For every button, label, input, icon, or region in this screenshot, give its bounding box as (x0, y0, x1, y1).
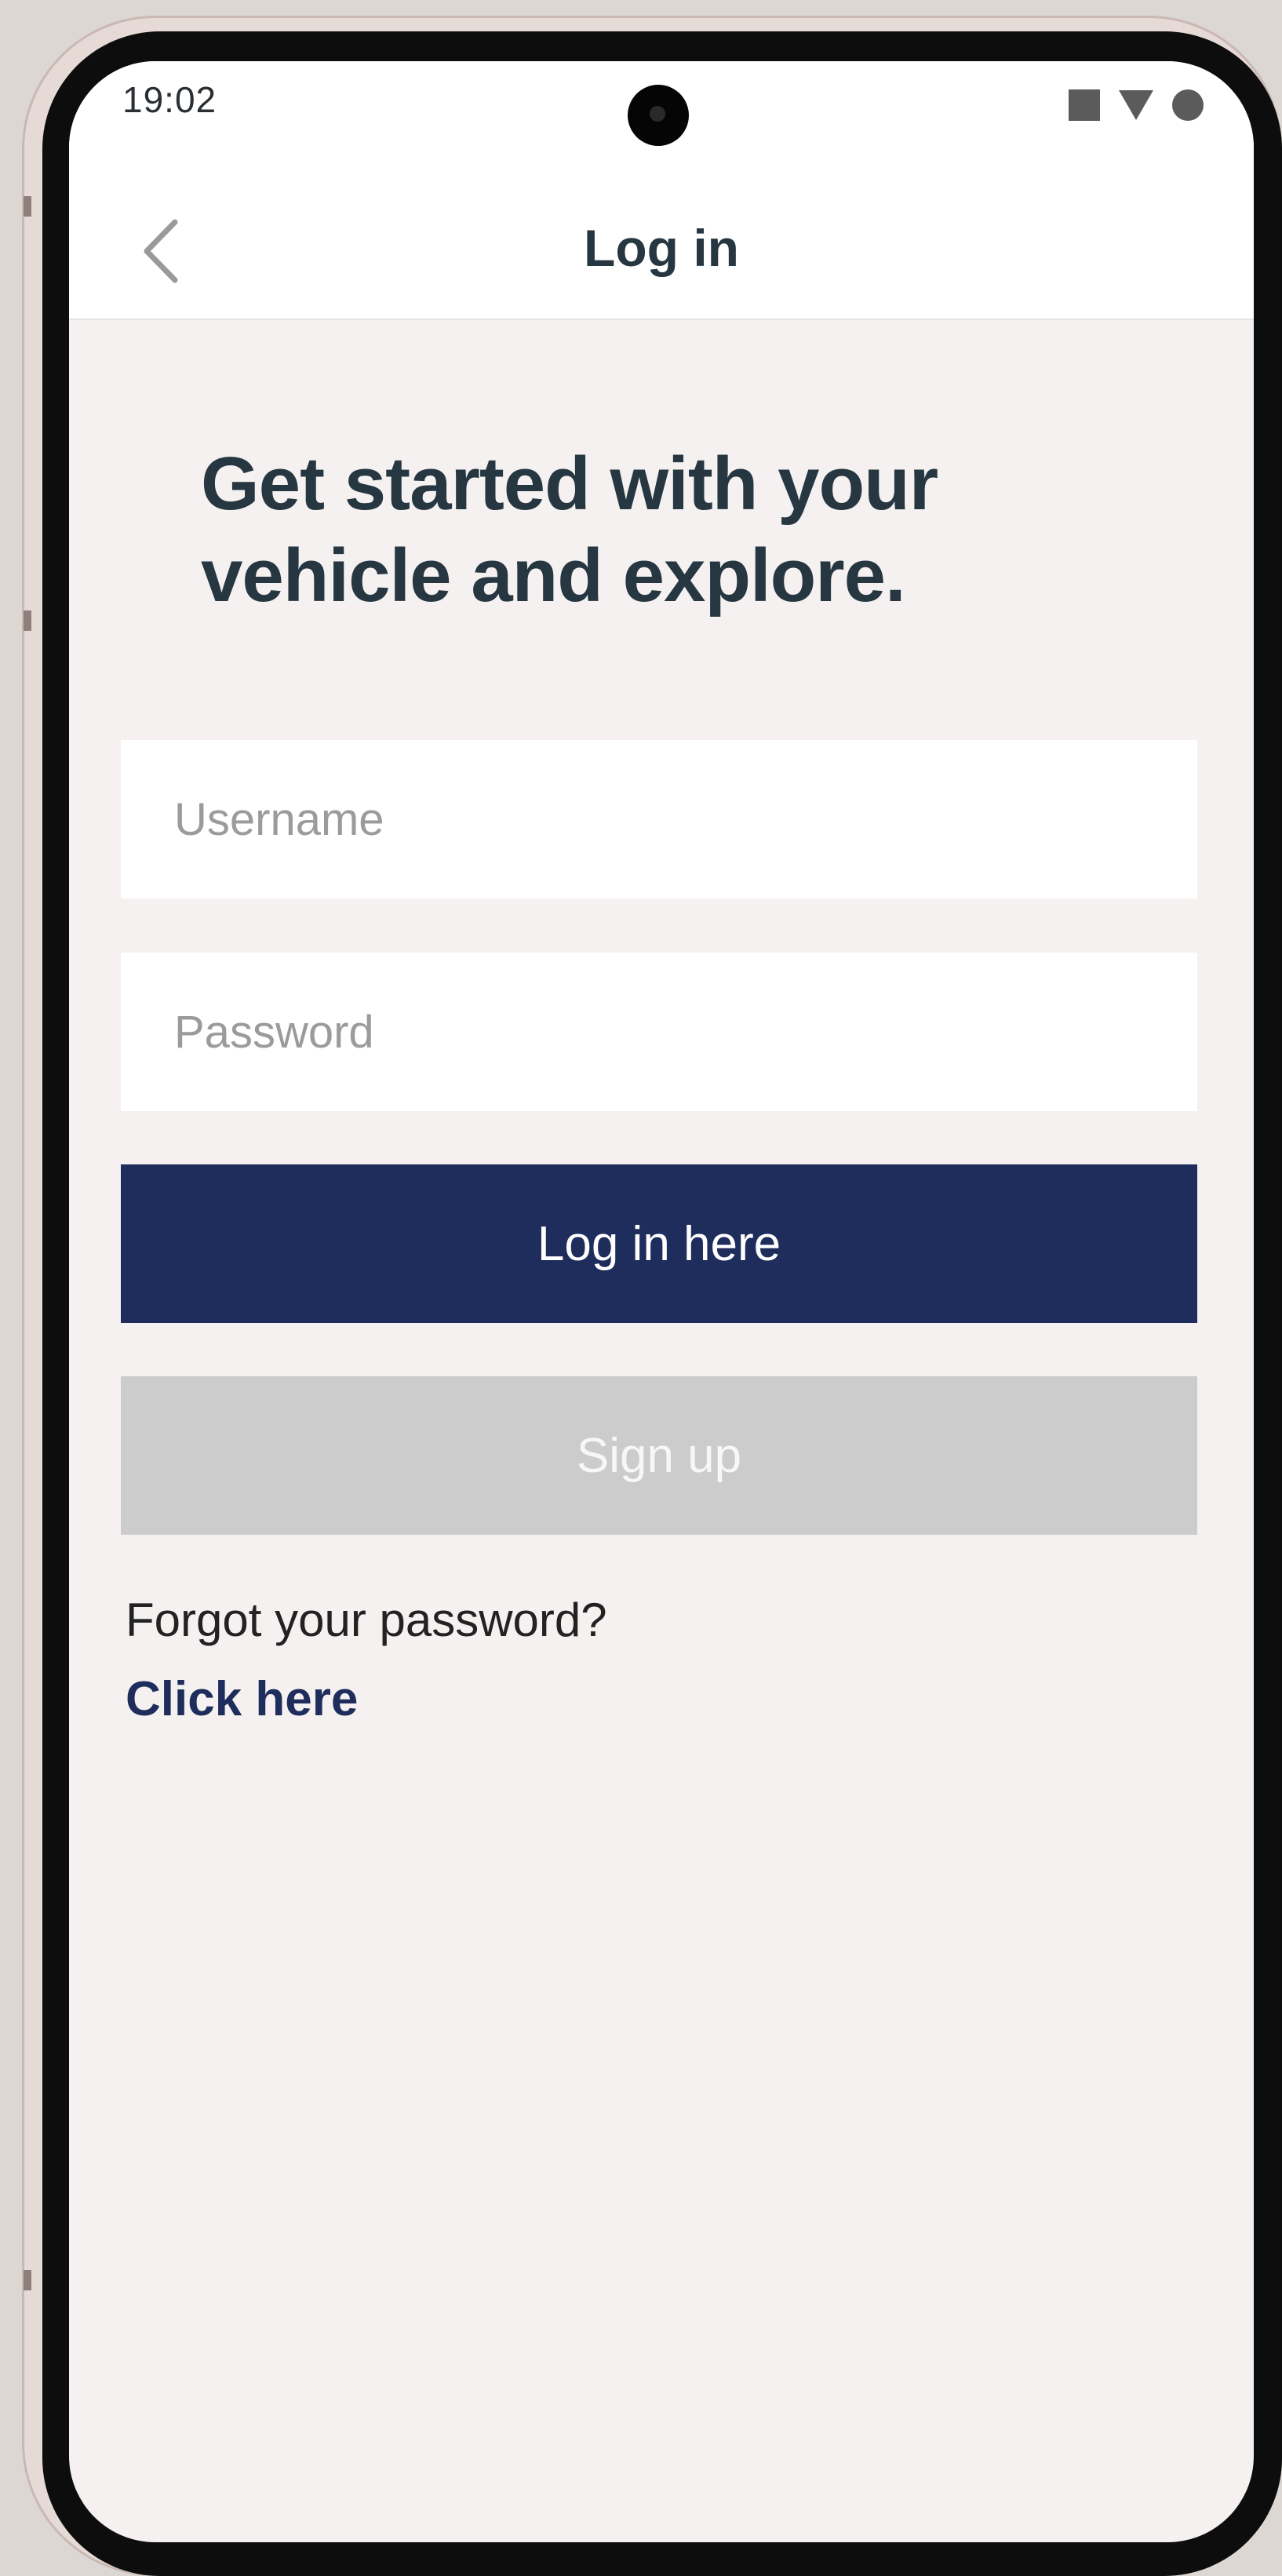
battery-dot-icon (1172, 89, 1204, 121)
login-button[interactable]: Log in here (121, 1164, 1197, 1323)
headline: Get started with your vehicle and explor… (201, 442, 938, 618)
stop-square-icon (1069, 89, 1100, 121)
front-camera (628, 85, 689, 146)
status-icons (1069, 86, 1204, 124)
app-header: Log in (69, 187, 1254, 320)
app-screen: 19:02 Log in Get started with your vehic… (69, 61, 1254, 2542)
side-button (24, 2270, 31, 2290)
signup-button[interactable]: Sign up (121, 1376, 1197, 1535)
forgot-password-link[interactable]: Click here (126, 1671, 358, 1727)
status-time: 19:02 (122, 79, 217, 120)
page-title: Log in (584, 219, 739, 277)
forgot-password-text: Forgot your password? (126, 1594, 607, 1646)
side-button (24, 610, 31, 631)
side-button (24, 196, 31, 217)
username-input[interactable] (121, 740, 1197, 898)
wifi-triangle-icon (1119, 90, 1153, 120)
password-input[interactable] (121, 953, 1197, 1111)
status-bar: 19:02 (69, 61, 1254, 187)
